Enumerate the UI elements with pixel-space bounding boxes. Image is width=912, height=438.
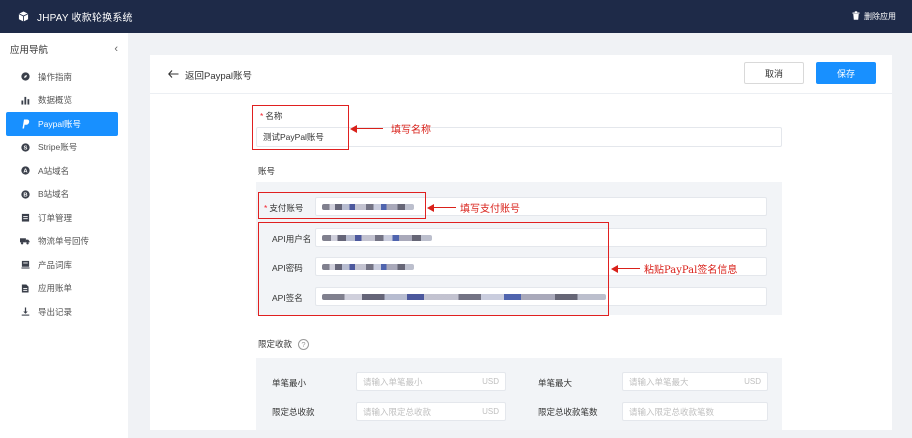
total-amount-input[interactable]: 请输入限定总收款 USD [356,402,506,421]
signature-annotation: 粘贴PayPal签名信息 [611,261,737,276]
sidebar-item-guide[interactable]: 操作指南 [6,65,118,89]
sidebar-item-label: B站域名 [38,189,70,200]
sidebar-item-overview[interactable]: 数据概览 [6,89,118,113]
sidebar-header: 应用导航 ‹ [0,33,128,65]
page-header: 返回Paypal账号 取消 保存 [150,55,892,93]
sidebar-item-label: A站域名 [38,165,70,176]
sidebar-item-paypal[interactable]: Paypal账号 [6,112,118,136]
sidebar-item-label: Stripe账号 [38,142,78,153]
sidebar-item-tracking[interactable]: 物流单号回传 [6,230,118,254]
pay-account-annotation: 填写支付账号 [427,200,520,215]
sidebar-item-a-domain[interactable]: A A站域名 [6,159,118,183]
stripe-icon: S [20,142,30,152]
max-amount-input[interactable]: 请输入单笔最大 USD [622,372,768,391]
main-panel: 返回Paypal账号 取消 保存 * 名称 测试PayPal账号 填写名称 账号 … [150,55,892,430]
top-bar: JHPAY 收款轮换系统 删除应用 [0,0,912,33]
sidebar-item-label: 物流单号回传 [38,236,90,247]
total-count-label: 限定总收款笔数 [538,407,598,417]
sidebar-item-b-domain[interactable]: B B站域名 [6,183,118,207]
truck-icon [20,236,30,246]
bar-chart-icon [20,95,30,105]
sidebar: 应用导航 ‹ 操作指南 数据概览 Paypal账号 S Stripe账号 A A… [0,33,128,438]
back-link[interactable]: 返回Paypal账号 [168,68,252,82]
sidebar-item-stripe[interactable]: S Stripe账号 [6,136,118,160]
chevron-left-icon[interactable]: ‹ [114,43,118,55]
download-icon [20,307,30,317]
save-button[interactable]: 保存 [816,62,876,84]
question-circle-icon[interactable]: ? [298,338,310,350]
trash-icon [852,11,860,22]
sidebar-item-label: 数据概览 [38,95,73,106]
sidebar-item-label: 操作指南 [38,71,73,82]
a-circle-icon: A [20,166,30,176]
min-label: 单笔最小 [272,378,307,388]
sidebar-item-bills[interactable]: 应用账单 [6,277,118,301]
min-amount-input[interactable]: 请输入单笔最小 USD [356,372,506,391]
account-section-title: 账号 [258,166,276,176]
sidebar-item-label: 应用账单 [38,283,73,294]
clipboard-icon [20,213,30,223]
sidebar-item-label: Paypal账号 [38,118,81,129]
cube-icon [18,11,29,22]
cancel-button[interactable]: 取消 [744,62,804,84]
total-amount-label: 限定总收款 [272,407,315,417]
sidebar-item-label: 导出记录 [38,306,73,317]
compass-icon [20,72,30,82]
svg-text:B: B [23,192,27,198]
pay-account-annotation-box [258,192,426,219]
delete-app-button[interactable]: 删除应用 [852,11,896,22]
sidebar-item-label: 产品词库 [38,259,73,270]
header-divider [150,93,892,94]
api-annotation-box [258,222,609,316]
sidebar-title: 应用导航 [10,45,49,56]
delete-app-label: 删除应用 [864,12,896,21]
sidebar-item-orders[interactable]: 订单管理 [6,206,118,230]
sidebar-item-label: 订单管理 [38,212,73,223]
back-link-label: 返回Paypal账号 [185,71,253,82]
sidebar-item-export[interactable]: 导出记录 [6,300,118,324]
library-icon [20,260,30,270]
sidebar-item-product-library[interactable]: 产品词库 [6,253,118,277]
max-label: 单笔最大 [538,378,573,388]
total-count-input[interactable]: 请输入限定总收款笔数 [622,402,768,421]
paypal-icon [20,119,30,129]
limit-section-title: 限定收款 ? [258,338,310,350]
arrow-left-icon [168,69,179,81]
b-circle-icon: B [20,189,30,199]
name-annotation: 填写名称 [350,121,431,136]
app-title: JHPAY 收款轮换系统 [37,13,133,24]
bill-icon [20,283,30,293]
name-annotation-box [252,105,349,150]
svg-text:S: S [23,145,27,151]
